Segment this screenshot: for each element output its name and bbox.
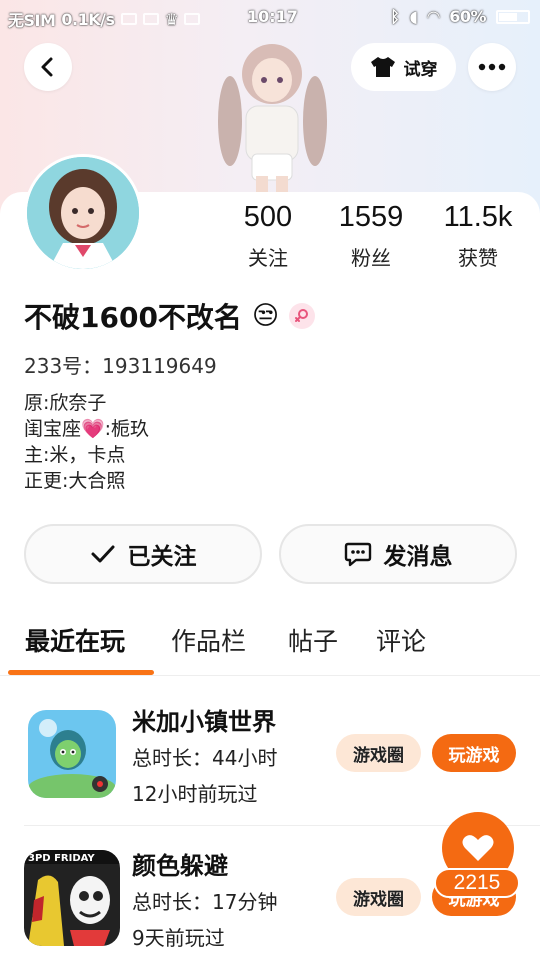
check-icon (91, 545, 114, 563)
username-row: 不破1600不改名 😒 (24, 296, 316, 336)
carrier-text: 无SIM (8, 11, 56, 30)
app-icon (184, 13, 201, 25)
message-label: 发消息 (383, 544, 453, 570)
bio: 原:欣奈子 闺宝座💗:栀玖 主:米，卡点 正更:大合照 (24, 390, 149, 494)
profile-tabs: 最近在玩 作品栏 帖子 评论 (0, 610, 540, 676)
shirt-icon (370, 57, 395, 77)
more-button[interactable] (468, 43, 516, 91)
more-icon (478, 63, 506, 71)
back-button[interactable] (24, 43, 72, 91)
active-tab-indicator (8, 670, 154, 675)
battery-percent: 60% (449, 7, 486, 26)
game-title[interactable]: 米加小镇世界 (132, 702, 276, 737)
game-last-played: 12小时前玩过 (132, 782, 258, 806)
bio-line: 正更:大合照 (24, 470, 126, 492)
stat-following[interactable]: 500 关注 (213, 200, 323, 271)
tab-recently-played[interactable]: 最近在玩 (25, 622, 125, 658)
game-circle-button[interactable]: 游戏圈 (336, 734, 421, 772)
screenshot-icon (120, 13, 137, 25)
status-time: 10:17 (247, 7, 298, 26)
bio-line: 闺宝座💗:栀玖 (24, 418, 150, 440)
game-icon-text: 3PD FRIDAY (28, 853, 95, 864)
followed-button[interactable]: 已关注 (24, 524, 262, 584)
message-button[interactable]: 发消息 (279, 524, 517, 584)
status-emoji: 😒 (251, 301, 280, 331)
status-bar: 无SIM 0.1K/s ♛ 10:17 ᛒ ◖ ◠ 60% (0, 0, 540, 34)
female-icon (289, 303, 316, 329)
video-icon (142, 13, 159, 25)
stat-likes[interactable]: 11.5k 获赞 (423, 200, 533, 271)
mute-icon: ◖ (409, 7, 418, 26)
avatar[interactable] (24, 154, 142, 272)
followed-label: 已关注 (127, 544, 197, 570)
back-icon (41, 57, 53, 77)
heart-icon (462, 835, 494, 861)
bio-line: 原:欣奈子 (24, 392, 107, 414)
bluetooth-icon: ᛒ (390, 7, 400, 26)
battery-icon (496, 9, 530, 24)
try-on-label: 试穿 (403, 59, 438, 80)
game-item[interactable]: 米加小镇世界 总时长：44小时 12小时前玩过 游戏圈 玩游戏 (0, 688, 540, 828)
status-right: ᛒ ◖ ◠ 60% (390, 7, 530, 26)
followers-label: 粉丝 (351, 246, 391, 270)
tab-works[interactable]: 作品栏 (171, 622, 246, 658)
like-count: 2215 (434, 868, 520, 898)
user-id: 233号：193119649 (24, 354, 217, 378)
game-circle-button[interactable]: 游戏圈 (336, 878, 421, 916)
followers-count: 1559 (338, 201, 404, 233)
tab-comments[interactable]: 评论 (376, 622, 426, 658)
game-duration: 总时长：17分钟 (132, 890, 278, 914)
network-speed: 0.1K/s (61, 9, 115, 29)
chat-icon (344, 542, 371, 567)
likes-label: 获赞 (458, 246, 498, 270)
game-title[interactable]: 颜色躲避 (132, 846, 228, 881)
tab-posts[interactable]: 帖子 (288, 622, 338, 658)
username: 不破1600不改名 (24, 301, 242, 334)
game-icon-toca[interactable] (28, 710, 116, 798)
game-icon-color-dodge[interactable]: 3PD FRIDAY (24, 850, 120, 946)
play-game-button[interactable]: 玩游戏 (432, 734, 516, 772)
likes-count: 11.5k (443, 201, 513, 233)
following-label: 关注 (248, 246, 288, 270)
wifi-icon: ◠ (427, 7, 440, 26)
character-avatar[interactable] (210, 36, 335, 196)
status-left: 无SIM 0.1K/s ♛ (8, 7, 201, 31)
bio-line: 主:米，卡点 (24, 444, 126, 466)
try-on-button[interactable]: 试穿 (351, 43, 456, 91)
following-count: 500 (243, 201, 293, 233)
game-last-played: 9天前玩过 (132, 926, 225, 950)
crown-icon: ♛ (164, 9, 179, 29)
game-duration: 总时长：44小时 (132, 746, 278, 770)
stat-followers[interactable]: 1559 粉丝 (316, 200, 426, 271)
